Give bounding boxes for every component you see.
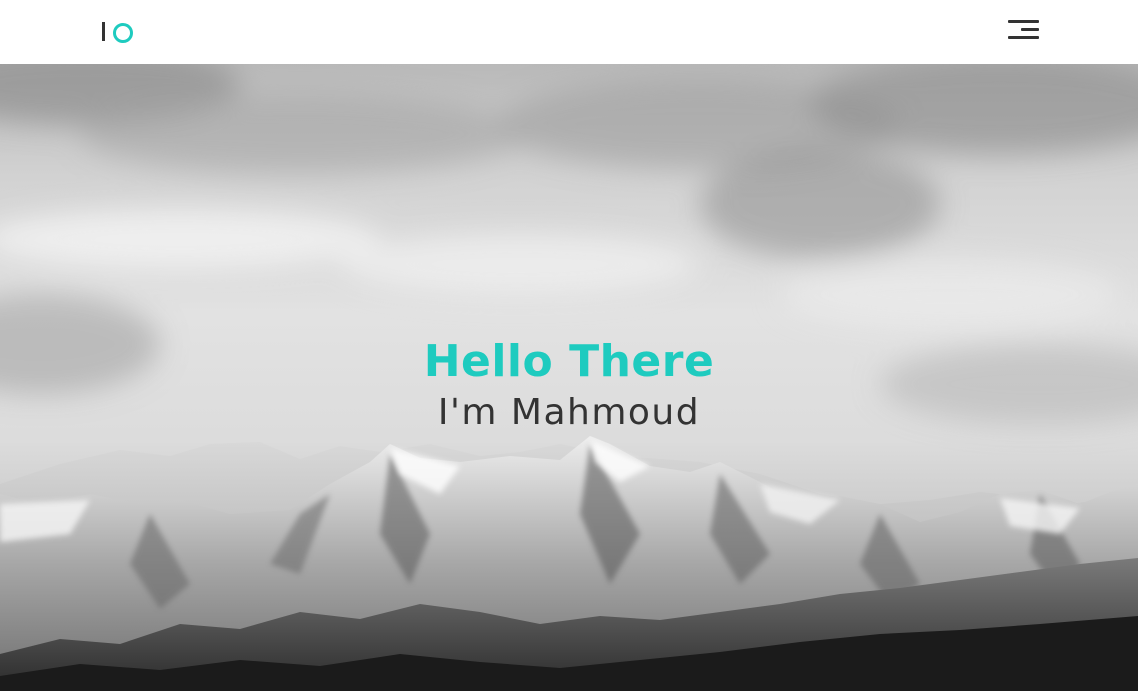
navbar	[0, 0, 1138, 64]
menu-line-top	[1008, 20, 1039, 23]
hero-text: Hello There I'm Mahmoud	[0, 336, 1138, 438]
hero-subtitle: I'm Mahmoud	[437, 392, 701, 433]
logo-ring	[113, 23, 133, 43]
hero-title: Hello There	[423, 336, 715, 387]
menu-line-bottom	[1008, 36, 1039, 39]
io-logo-icon[interactable]	[100, 20, 140, 44]
hero-section: Hello There I'm Mahmoud	[0, 64, 1138, 691]
menu-line-middle	[1021, 28, 1039, 31]
hamburger-menu-icon[interactable]	[1004, 16, 1044, 44]
logo-bar	[102, 22, 105, 41]
